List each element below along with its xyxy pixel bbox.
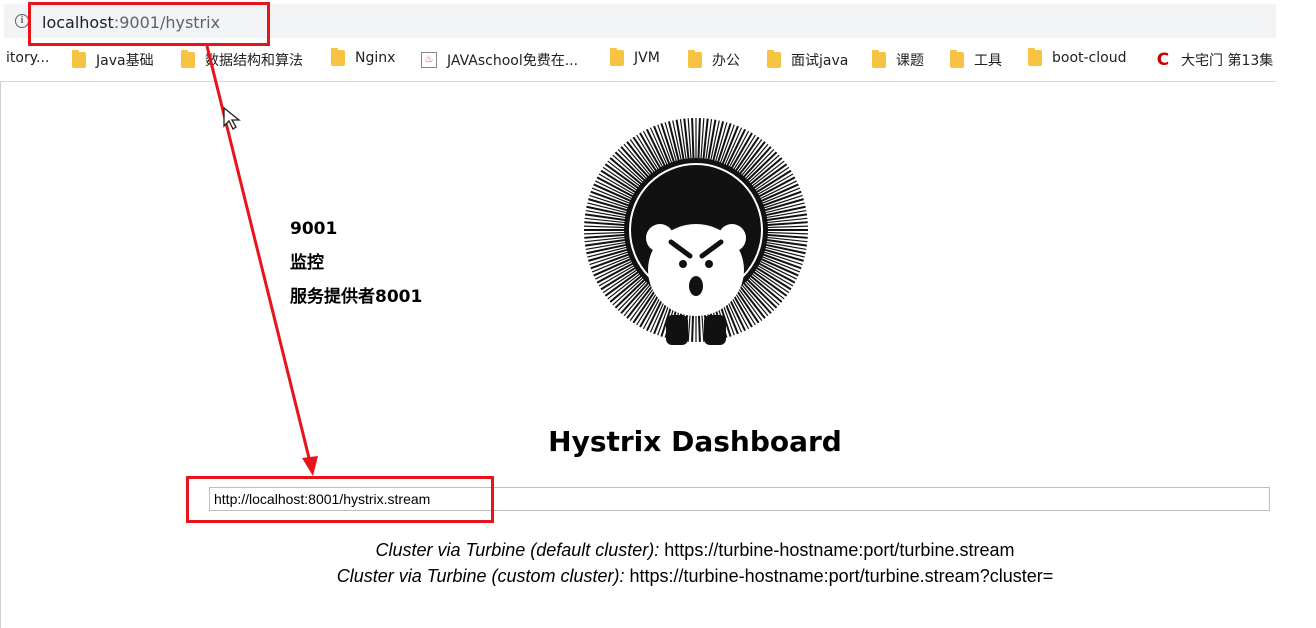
folder-icon [872, 50, 886, 68]
bookmark-item[interactable]: Nginx [331, 48, 396, 66]
bookmark-label: 面试java [791, 53, 849, 69]
bookmark-label: Java基础 [96, 53, 154, 69]
cluster-custom-url: https://turbine-hostname:port/turbine.st… [624, 566, 1054, 586]
annotation-line: 服务提供者8001 [290, 287, 423, 307]
bookmark-label: 大宅门 第13集 [1181, 53, 1274, 69]
hystrix-logo-icon [584, 118, 808, 345]
folder-icon [610, 48, 624, 66]
input-highlight-box [186, 476, 494, 523]
bookmark-item[interactable]: itory... [6, 50, 49, 66]
bookmark-label: JAVAschool免费在... [447, 53, 579, 69]
bookmark-label: 工具 [974, 53, 1002, 69]
bookmark-item[interactable]: 办公 [688, 50, 740, 70]
spike-line [584, 233, 627, 239]
bookmark-label: itory... [6, 50, 50, 66]
bookmark-label: JVM [634, 50, 660, 66]
page-title: Hystrix Dashboard [548, 425, 842, 458]
spike-line [657, 124, 673, 165]
folder-icon [950, 50, 964, 68]
folder-icon [1028, 48, 1042, 66]
cluster-custom-label: Cluster via Turbine (custom cluster): [336, 566, 625, 586]
folder-icon [72, 50, 86, 68]
annotation-notes: 9001 监控 服务提供者8001 [290, 212, 422, 314]
spike-line [719, 124, 735, 165]
toolbar-divider [0, 81, 1276, 82]
bookmark-label: 办公 [712, 53, 740, 69]
annotation-line: 9001 [290, 219, 338, 239]
spike-line [584, 225, 627, 229]
bookmark-item[interactable]: ♨ JAVAschool免费在... [421, 50, 578, 70]
bookmark-item[interactable]: Java基础 [72, 50, 154, 70]
bookmark-item[interactable]: C 大宅门 第13集 [1155, 50, 1274, 70]
spike-line [584, 221, 627, 227]
c-icon: C [1156, 50, 1170, 70]
cluster-default-label: Cluster via Turbine (default cluster): [375, 540, 660, 560]
url-highlight-box [28, 2, 270, 46]
bookmark-label: Nginx [355, 50, 396, 66]
info-icon[interactable]: i [15, 14, 29, 28]
spike-line [765, 231, 808, 235]
spike-line [691, 118, 695, 161]
java-icon: ♨ [421, 52, 437, 68]
bookmark-label: boot-cloud [1052, 50, 1127, 66]
folder-icon [331, 48, 345, 66]
bookmark-item[interactable]: 数据结构和算法 [181, 50, 303, 70]
cluster-default-hint: Cluster via Turbine (default cluster): h… [0, 540, 1316, 561]
bookmark-item[interactable]: 面试java [767, 50, 848, 70]
bookmark-item[interactable]: boot-cloud [1028, 48, 1127, 66]
bookmarks-bar: itory... Java基础 数据结构和算法 Nginx ♨ JAVAscho… [0, 44, 1280, 76]
bookmark-label: 数据结构和算法 [205, 53, 303, 69]
spike-line [765, 225, 808, 229]
annotation-line: 监控 [290, 253, 324, 273]
bookmark-item[interactable]: 工具 [950, 50, 1002, 70]
cluster-default-url: https://turbine-hostname:port/turbine.st… [659, 540, 1015, 560]
spike-line [584, 231, 627, 235]
spike-line [765, 221, 808, 227]
folder-icon [767, 50, 781, 68]
spike-line [765, 233, 808, 239]
folder-icon [688, 50, 702, 68]
folder-icon [181, 50, 195, 68]
bookmark-item[interactable]: JVM [610, 48, 660, 66]
bookmark-item[interactable]: 课题 [872, 50, 924, 70]
spike-line [697, 118, 701, 161]
mouse-cursor-icon [223, 106, 241, 130]
bookmark-label: 课题 [896, 53, 924, 69]
cluster-custom-hint: Cluster via Turbine (custom cluster): ht… [0, 566, 1316, 587]
